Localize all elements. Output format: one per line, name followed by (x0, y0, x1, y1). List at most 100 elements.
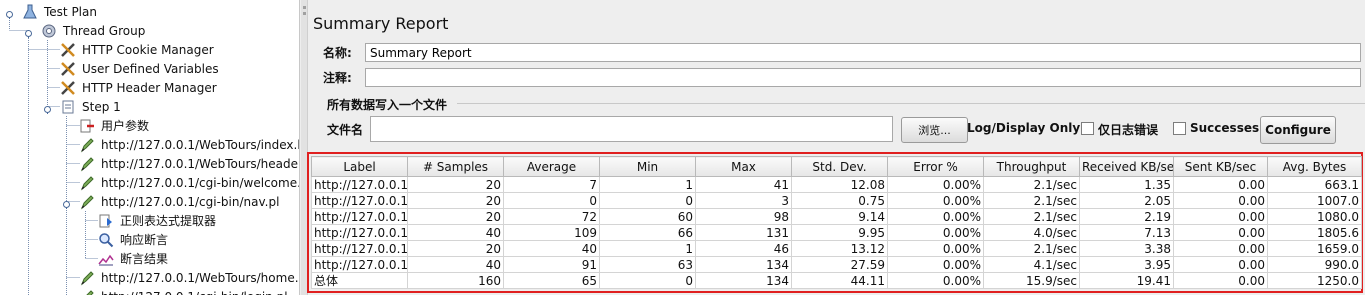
table-cell: 131 (695, 224, 792, 241)
write-to-file-group: 所有数据写入一个文件 文件名 浏览... Log/Display Only: 仅… (317, 96, 1365, 148)
table-cell: http://127.0.0.1/... (311, 176, 408, 193)
tree-node-label: Test Plan (44, 4, 97, 19)
table-cell: 72 (503, 208, 600, 225)
tree-node[interactable]: 正则表达式提取器 (98, 211, 216, 230)
tree-node-label: http://127.0.0.1/cgi-bin/nav.pl (101, 194, 280, 209)
tree-node-label: http://127.0.0.1/WebTours/header.ht (101, 156, 300, 171)
table-cell: 2.1/sec (983, 240, 1080, 257)
tree-node[interactable]: Step 1 (60, 97, 121, 116)
tree-node[interactable]: User Defined Variables (60, 59, 219, 78)
filename-field[interactable] (370, 116, 893, 142)
http-sampler-icon (79, 194, 97, 210)
column-header[interactable]: Std. Dev. (791, 156, 888, 177)
column-header[interactable]: Label (311, 156, 408, 177)
table-cell: 0.00 (1173, 192, 1268, 209)
column-header[interactable]: Received KB/sec (1079, 156, 1174, 177)
config-element-icon (60, 61, 78, 77)
tree-node-label: http://127.0.0.1/WebTours/index.htm (101, 137, 300, 152)
table-row[interactable]: http://127.0.0.1/...40916313427.590.00%4… (311, 256, 1362, 273)
table-cell: http://127.0.0.1/... (311, 208, 408, 225)
tree-node[interactable]: http://127.0.0.1/WebTours/index.htm (79, 135, 300, 154)
table-cell: 1805.6 (1267, 224, 1362, 241)
table-cell: 7 (503, 176, 600, 193)
results-table-highlight: Label # Samples Average Min Max Std. Dev. Erro… (307, 152, 1363, 293)
table-row[interactable]: http://127.0.0.1/...204014613.120.00%2.1… (311, 240, 1362, 257)
table-cell: 65 (503, 272, 600, 289)
listener-icon (98, 251, 116, 267)
comment-field[interactable] (365, 68, 1361, 87)
post-processor-icon (98, 213, 116, 229)
table-cell: 66 (599, 224, 696, 241)
tree-node[interactable]: Test Plan (22, 2, 97, 21)
table-row[interactable]: http://127.0.0.1/...20714112.080.00%2.1/… (311, 176, 1362, 193)
tree-node[interactable]: http://127.0.0.1/WebTours/header.ht (79, 154, 300, 173)
table-cell: 3 (695, 192, 792, 209)
column-header[interactable]: Max (695, 156, 792, 177)
tree-node[interactable]: Thread Group (41, 21, 145, 40)
tree-node[interactable]: http://127.0.0.1/cgi-bin/nav.pl (79, 192, 279, 211)
table-cell: 0.00 (1173, 256, 1268, 273)
group-divider (457, 103, 1365, 104)
successes-checkbox[interactable] (1173, 122, 1186, 135)
tree-node-label: 正则表达式提取器 (120, 214, 217, 228)
table-cell: 0.00% (887, 240, 984, 257)
tree-node[interactable]: 断言结果 (98, 249, 168, 268)
table-cell: 2.19 (1079, 208, 1174, 225)
table-cell: 0.00 (1173, 208, 1268, 225)
name-field[interactable] (365, 43, 1361, 62)
table-cell: 134 (695, 272, 792, 289)
tree-node[interactable]: http://127.0.0.1/WebTours/home.htm (79, 268, 299, 287)
table-cell: 1.35 (1079, 176, 1174, 193)
tree-collapse-toggle-icon[interactable] (43, 103, 52, 114)
table-cell: 20 (407, 240, 504, 257)
configure-button[interactable]: Configure (1260, 116, 1336, 144)
tree-node[interactable]: http://127.0.0.1/cgi-bin/welcome.pl (79, 173, 299, 192)
tree-node[interactable]: 响应断言 (98, 230, 168, 249)
panel-title: Summary Report (313, 14, 449, 33)
column-header[interactable]: Average (503, 156, 600, 177)
tree-node[interactable]: HTTP Header Manager (60, 78, 217, 97)
table-cell: 1659.0 (1267, 240, 1362, 257)
tree-node-label: 响应断言 (120, 233, 169, 247)
table-row[interactable]: http://127.0.0.1/...207260989.140.00%2.1… (311, 208, 1362, 225)
column-header[interactable]: Sent KB/sec (1173, 156, 1268, 177)
tree-collapse-toggle-icon[interactable] (62, 198, 71, 209)
tree-node[interactable]: http://127.0.0.1/cgi-bin/login.pl (79, 287, 288, 295)
tree-node-label: 用户参数 (101, 119, 150, 133)
tree-node-label: http://127.0.0.1/cgi-bin/login.pl (101, 290, 288, 295)
column-header[interactable]: Avg. Bytes (1267, 156, 1362, 177)
table-cell: 2.1/sec (983, 192, 1080, 209)
table-cell: 1080.0 (1267, 208, 1362, 225)
table-row[interactable]: 总体 160 65 0 134 44.11 0.00% 15.9/sec 19.41 0.00 12… (311, 272, 1362, 289)
table-cell: 60 (599, 208, 696, 225)
http-sampler-icon (79, 175, 97, 191)
table-cell: 0.00% (887, 176, 984, 193)
table-cell: 0.00 (1173, 224, 1268, 241)
table-cell: 0.00 (1173, 240, 1268, 257)
table-cell: 0 (599, 192, 696, 209)
table-row[interactable]: http://127.0.0.1/...200030.750.00%2.1/se… (311, 192, 1362, 209)
transaction-controller-icon (60, 99, 78, 115)
column-header[interactable]: Error % (887, 156, 984, 177)
test-plan-tree[interactable]: Test Plan Thread Group HTTP Cookie Manager… (0, 0, 300, 295)
column-header[interactable]: # Samples (407, 156, 504, 177)
errors-only-checkbox[interactable] (1081, 122, 1094, 135)
tree-node[interactable]: HTTP Cookie Manager (60, 40, 214, 59)
column-header[interactable]: Min (599, 156, 696, 177)
column-header[interactable]: Throughput (983, 156, 1080, 177)
http-sampler-icon (79, 270, 97, 286)
table-cell: 2.1/sec (983, 176, 1080, 193)
tree-collapse-toggle-icon[interactable] (5, 8, 14, 19)
table-cell: 2.1/sec (983, 208, 1080, 225)
table-row[interactable]: http://127.0.0.1/...40109661319.950.00%4… (311, 224, 1362, 241)
table-cell: 98 (695, 208, 792, 225)
tree-collapse-toggle-icon[interactable] (24, 27, 33, 38)
http-sampler-icon (79, 289, 97, 295)
table-cell: 0.00 (1173, 272, 1268, 289)
tree-node-label: User Defined Variables (82, 61, 219, 76)
log-display-label: Log/Display Only: (967, 121, 1085, 135)
browse-button[interactable]: 浏览... (901, 117, 968, 143)
table-cell: http://127.0.0.1/... (311, 192, 408, 209)
table-cell: http://127.0.0.1/... (311, 240, 408, 257)
tree-node[interactable]: 用户参数 (79, 116, 149, 135)
